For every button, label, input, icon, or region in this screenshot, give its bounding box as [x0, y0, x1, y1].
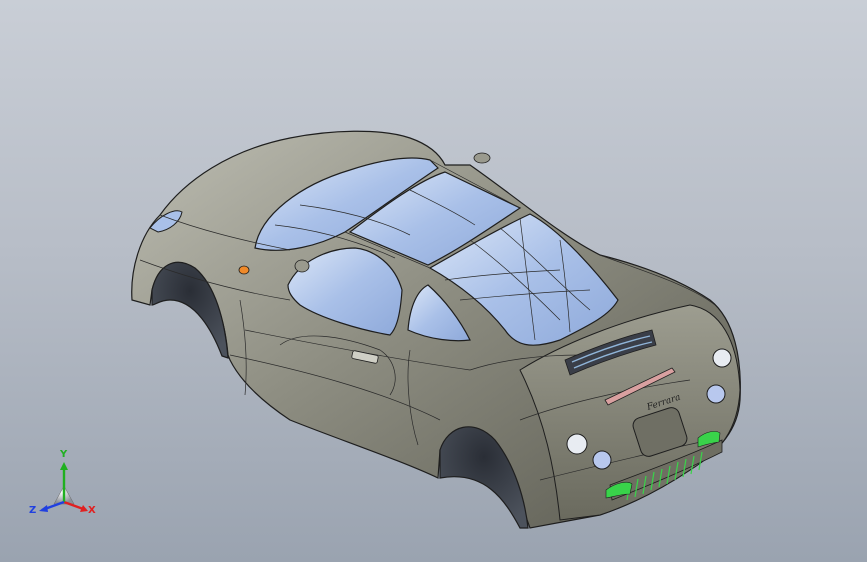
- x-axis-label: X: [88, 505, 96, 516]
- side-indicator: [238, 265, 250, 275]
- y-axis-arrow: [60, 462, 68, 470]
- car-model[interactable]: Ferrara: [0, 0, 867, 562]
- graphics-viewport[interactable]: Ferrara Y X Z: [0, 0, 867, 562]
- mirror-left: [294, 259, 310, 273]
- y-axis-label: Y: [60, 449, 68, 460]
- axis-triad: Y X Z: [26, 446, 106, 526]
- z-axis-label: Z: [29, 505, 37, 516]
- mirror-right: [473, 152, 491, 164]
- z-axis-arrow: [39, 505, 48, 512]
